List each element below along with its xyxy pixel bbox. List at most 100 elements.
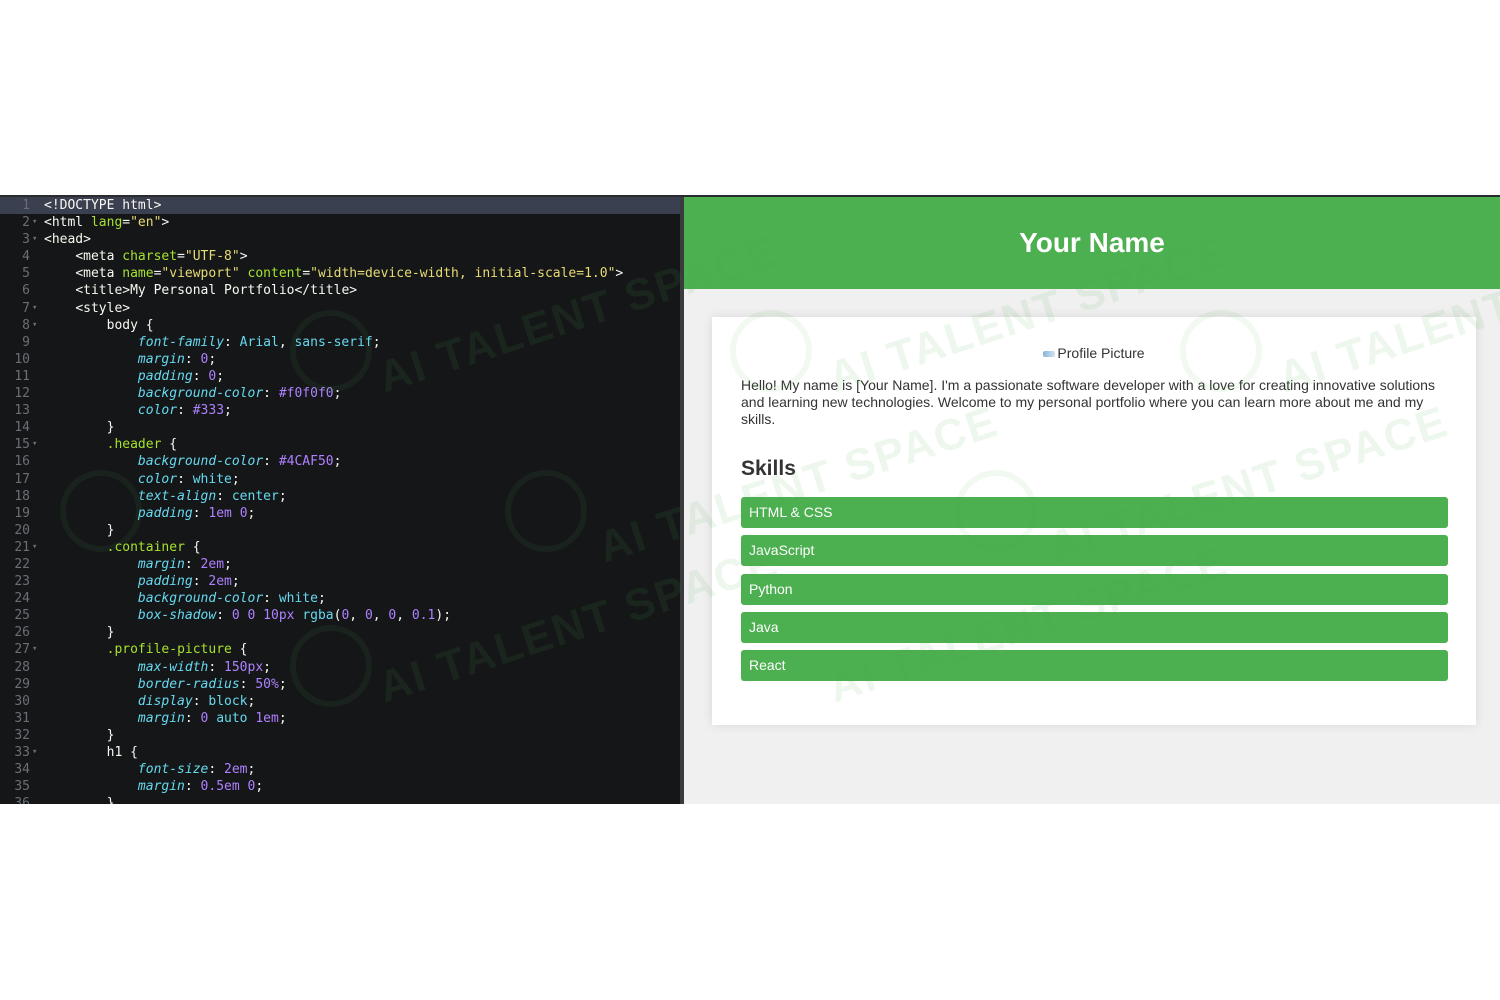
code-line[interactable]: 11 padding: 0; [0,368,680,385]
code-line[interactable]: 34 font-size: 2em; [0,761,680,778]
fold-arrow-icon[interactable]: ▾ [32,214,40,231]
preview-container: Profile Picture Hello! My name is [Your … [712,317,1476,725]
line-number: 25 [14,608,30,624]
code-text: <title>My Personal Portfolio</title> [75,283,358,299]
code-text: background-color: #f0f0f0; [137,386,342,402]
code-line[interactable]: 10 margin: 0; [0,351,680,368]
code-text: max-width: 150px; [137,659,271,675]
line-number: 23 [14,574,30,590]
fold-arrow-icon[interactable]: ▾ [32,641,40,658]
code-line[interactable]: 29 border-radius: 50%; [0,676,680,693]
code-line[interactable]: 33 ▾ h1 { [0,744,680,761]
code-line[interactable]: 26 } [0,624,680,641]
code-text: margin: 0 auto 1em; [137,710,287,726]
code-line[interactable]: 12 background-color: #f0f0f0; [0,385,680,402]
skill-item: Python [741,573,1448,605]
code-line[interactable]: 30 display: block; [0,693,680,710]
skill-item: Java [741,611,1448,643]
line-number: 32 [14,727,30,743]
code-text: font-family: Arial, sans-serif; [137,334,381,350]
line-number: 26 [14,625,30,641]
code-line[interactable]: 1 <!DOCTYPE html> [0,197,680,215]
line-number: 24 [14,591,30,607]
code-line[interactable]: 20 } [0,522,680,539]
code-line[interactable]: 2 ▾ <html lang="en"> [0,214,680,231]
code-line[interactable]: 13 color: #333; [0,402,680,419]
code-text: <meta name="viewport" content="width=dev… [75,266,624,282]
code-line[interactable]: 24 background-color: white; [0,590,680,607]
code-line[interactable]: 5 <meta name="viewport" content="width=d… [0,265,680,282]
code-text: .header { [106,437,178,453]
fold-arrow-icon[interactable]: ▾ [32,231,40,248]
code-line[interactable]: 7 ▾ <style> [0,300,680,317]
fold-arrow-icon[interactable]: ▾ [32,300,40,317]
code-text: margin: 0; [137,351,217,367]
code-text: background-color: #4CAF50; [137,454,342,470]
code-line[interactable]: 25 box-shadow: 0 0 10px rgba(0, 0, 0, 0.… [0,607,680,624]
skill-item: React [741,650,1448,682]
fold-arrow-icon[interactable]: ▾ [32,539,40,556]
line-number: 3 [22,232,30,248]
code-text: <!DOCTYPE html> [44,198,162,213]
code-text: } [44,796,115,804]
code-text: <meta charset="UTF-8"> [75,249,248,265]
profile-picture: Profile Picture [712,345,1476,361]
line-number: 35 [14,779,30,795]
code-line[interactable]: 4 <meta charset="UTF-8"> [0,248,680,265]
line-number: 10 [14,351,30,367]
preview-header: Your Name [684,197,1500,289]
code-text: <html lang="en"> [44,215,170,231]
code-line[interactable]: 9 font-family: Arial, sans-serif; [0,334,680,351]
line-number: 8 [22,317,30,333]
code-line[interactable]: 15 ▾ .header { [0,436,680,453]
profile-picture-alt: Profile Picture [1057,345,1145,361]
code-editor[interactable]: 1 <!DOCTYPE html> 2 ▾ <html lang="en"> 3 ▾ <hea… [0,195,680,804]
code-line[interactable]: 19 padding: 1em 0; [0,505,680,522]
code-line[interactable]: 6 <title>My Personal Portfolio</title> [0,282,680,299]
code-line[interactable]: 8 ▾ body { [0,317,680,334]
line-number: 28 [14,659,30,675]
line-number: 29 [14,676,30,692]
line-number: 2 [22,215,30,231]
line-number: 36 [14,796,30,804]
code-line[interactable]: 36 } [0,795,680,804]
line-number: 15 [14,437,30,453]
code-line[interactable]: 32 } [0,727,680,744]
line-number: 4 [22,249,30,265]
code-line[interactable]: 31 margin: 0 auto 1em; [0,710,680,727]
code-line[interactable]: 27 ▾ .profile-picture { [0,641,680,658]
code-line[interactable]: 3 ▾ <head> [0,231,680,248]
code-line[interactable]: 28 max-width: 150px; [0,659,680,676]
code-line[interactable]: 18 text-align: center; [0,488,680,505]
code-line[interactable]: 17 color: white; [0,471,680,488]
line-number: 22 [14,556,30,572]
line-number: 7 [22,300,30,316]
editor-lines: 1 <!DOCTYPE html> 2 ▾ <html lang="en"> 3 ▾ <hea… [0,197,680,804]
line-number: 20 [14,522,30,538]
code-line[interactable]: 14 } [0,419,680,436]
fold-arrow-icon[interactable]: ▾ [32,436,40,453]
code-text: .profile-picture { [106,642,248,658]
code-text: padding: 2em; [137,574,240,590]
line-number: 16 [14,454,30,470]
code-text: h1 { [106,745,138,760]
intro-text: Hello! My name is [Your Name]. I'm a pas… [741,377,1435,427]
skills-list: HTML & CSS JavaScript Python Java React [741,497,1448,688]
line-number: 18 [14,488,30,504]
code-line[interactable]: 22 margin: 2em; [0,556,680,573]
line-number: 27 [14,642,30,658]
code-line[interactable]: 23 padding: 2em; [0,573,680,590]
line-number: 11 [14,368,30,384]
app-window: 1 <!DOCTYPE html> 2 ▾ <html lang="en"> 3 ▾ <hea… [0,195,1500,804]
line-number: 13 [14,403,30,419]
code-line[interactable]: 21 ▾ .container { [0,539,680,556]
fold-arrow-icon[interactable]: ▾ [32,317,40,334]
code-line[interactable]: 16 background-color: #4CAF50; [0,453,680,470]
line-number: 1 [22,198,30,213]
code-text: body { [106,317,154,333]
fold-arrow-icon[interactable]: ▾ [32,744,40,761]
code-text: margin: 2em; [137,556,232,572]
line-number: 6 [22,283,30,299]
skills-heading: Skills [741,457,796,480]
code-line[interactable]: 35 margin: 0.5em 0; [0,778,680,795]
